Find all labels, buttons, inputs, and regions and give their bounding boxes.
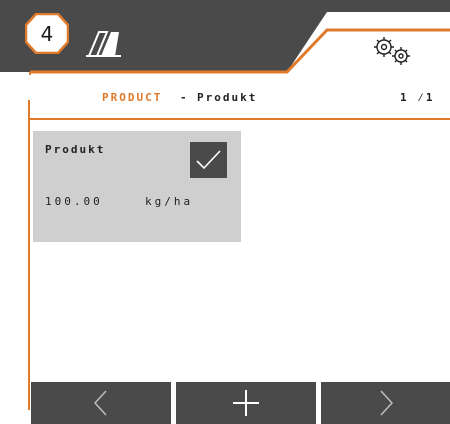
checkmark-icon [196,150,221,170]
product-card[interactable]: Produkt 100.00 kg/ha [33,131,241,242]
previous-button[interactable] [31,382,171,424]
page-title-de: Produkt [197,91,258,104]
add-product-button[interactable] [176,382,316,424]
product-select-checkbox[interactable] [190,142,227,178]
next-button[interactable] [321,382,450,424]
chevron-left-icon [93,390,107,416]
chevron-right-icon [379,390,393,416]
page-indicator: 1 ⁄1 [400,91,435,104]
page-title-en: PRODUCT [102,91,163,104]
product-name: Produkt [45,143,106,156]
bottom-toolbar [31,382,450,424]
product-rate-unit: kg/ha [145,195,194,208]
left-accent-line [28,100,30,410]
planter-mode-icon[interactable] [85,28,125,58]
plus-icon [233,390,259,416]
step-badge: 4 [40,21,54,46]
page-title-separator: - [180,91,189,104]
title-divider [28,118,450,120]
screen: 4 PRODUCT - Produkt 1 ⁄1 Produkt 100.00 … [0,0,450,424]
gears-icon[interactable] [368,34,416,68]
product-rate-value: 100.00 [45,195,103,208]
